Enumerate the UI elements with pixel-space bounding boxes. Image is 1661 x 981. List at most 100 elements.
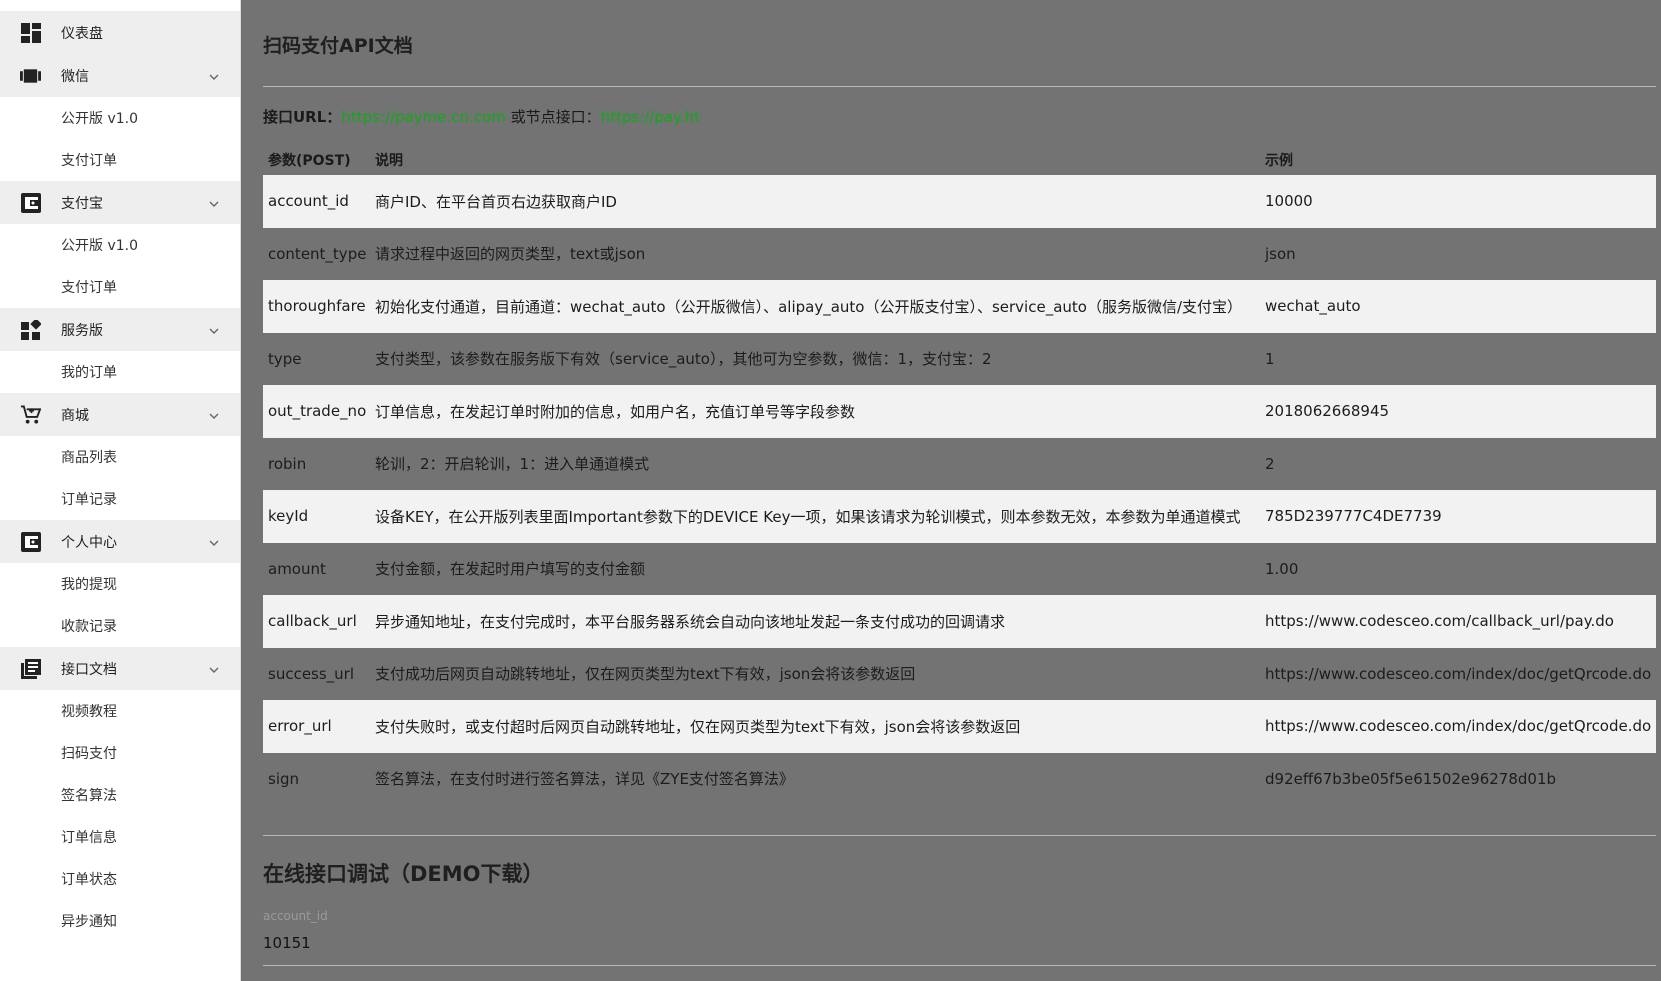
- table-row: thoroughfare 初始化支付通道，目前通道：wechat_auto（公开版…: [263, 280, 1656, 333]
- wallet-icon: [20, 531, 41, 552]
- sidebar-group: 个人中心我的提现 收款记录: [0, 520, 240, 647]
- header-example: 示例: [1265, 153, 1293, 169]
- sidebar-subitem[interactable]: 支付订单: [0, 266, 240, 308]
- param-name-cell: error_url: [263, 700, 370, 753]
- param-example-cell: 785D239777C4DE7739: [1260, 490, 1656, 543]
- param-name-cell: out_trade_no: [263, 385, 370, 438]
- sidebar-group: 服务版我的订单: [0, 308, 240, 393]
- param-description-cell: 请求过程中返回的网页类型，text或json: [375, 245, 646, 264]
- param-example-cell: https://www.codesceo.com/index/doc/getQr…: [1265, 664, 1652, 683]
- param-example-cell: 1.00: [1265, 559, 1299, 578]
- sidebar-item[interactable]: 接口文档: [0, 647, 240, 690]
- param-name-cell: content_type: [268, 244, 367, 263]
- sidebar-group: 接口文档视频教程 扫码支付 签名算法 订单信息 订单状态 异步通知: [0, 647, 240, 942]
- param-description-cell: 订单信息，在发起订单时附加的信息，如用户名，充值订单号等字段参数: [370, 385, 1260, 438]
- chevron-down-icon[interactable]: [208, 534, 220, 546]
- chevron-down-icon[interactable]: [208, 407, 220, 419]
- sidebar-group: 仪表盘: [0, 11, 240, 54]
- sidebar-item-label: 个人中心: [61, 534, 117, 551]
- title-divider: [263, 86, 1656, 87]
- sidebar-subitem[interactable]: 异步通知: [0, 900, 240, 942]
- sidebar-subitem[interactable]: 订单信息: [0, 816, 240, 858]
- param-name-cell: keyId: [263, 490, 370, 543]
- param-example-cell: 2018062668945: [1260, 385, 1656, 438]
- table-row: type 支付类型，该参数在服务版下有效（service_auto），其他可为空参…: [263, 333, 1656, 386]
- sidebar-subitem[interactable]: 我的订单: [0, 351, 240, 393]
- sidebar-item[interactable]: 服务版: [0, 308, 240, 351]
- param-description-cell: 轮训，2：开启轮训，1：进入单通道模式: [375, 455, 650, 474]
- param-example-cell: https://www.codesceo.com/index/doc/getQr…: [1260, 700, 1656, 753]
- api-url-link[interactable]: https://payme.cn.com: [341, 108, 506, 126]
- sidebar-subitem[interactable]: 收款记录: [0, 605, 240, 647]
- sidebar-item[interactable]: 微信: [0, 54, 240, 97]
- param-description-cell: 支付成功后网页自动跳转地址，仅在网页类型为text下有效，json会将该参数返回: [375, 665, 916, 684]
- table-row: success_url 支付成功后网页自动跳转地址，仅在网页类型为text下有效，…: [263, 648, 1656, 701]
- param-example-cell: wechat_auto: [1260, 280, 1656, 333]
- page-title: 扫码支付API文档: [263, 35, 413, 57]
- table-row: error_url 支付失败时，或支付超时后网页自动跳转地址，仅在网页类型为tex…: [263, 700, 1656, 753]
- table-row: robin 轮训，2：开启轮训，1：进入单通道模式 2: [263, 438, 1656, 491]
- sidebar-subitem[interactable]: 扫码支付: [0, 732, 240, 774]
- main-content: 扫码支付API文档 接口URL：https://payme.cn.com 或节点…: [263, 0, 1656, 981]
- wechat-icon: [20, 65, 41, 86]
- sidebar-group: 支付宝公开版 v1.0 支付订单: [0, 181, 240, 308]
- param-name-cell: account_id: [263, 175, 370, 228]
- param-name-cell: callback_url: [263, 595, 370, 648]
- cart-icon: [20, 404, 41, 425]
- params-table: 参数(POST) 说明 示例 account_id 商户ID、在平台首页右边获取商…: [263, 145, 1656, 805]
- sidebar-subitem[interactable]: 订单状态: [0, 858, 240, 900]
- param-example-cell: d92eff67b3be05f5e61502e96278d01b: [1265, 769, 1557, 788]
- sidebar-item-label: 接口文档: [61, 661, 117, 678]
- sidebar-subitem[interactable]: 支付订单: [0, 139, 240, 181]
- sidebar-item-label: 仪表盘: [61, 25, 103, 42]
- widgets-icon: [20, 319, 41, 340]
- table-row: account_id 商户ID、在平台首页右边获取商户ID 10000: [263, 175, 1656, 228]
- param-example-cell: json: [1265, 244, 1296, 263]
- sidebar-subitem[interactable]: 公开版 v1.0: [0, 224, 240, 266]
- table-row: content_type 请求过程中返回的网页类型，text或json json: [263, 228, 1656, 281]
- param-description-cell: 支付金额，在发起时用户填写的支付金额: [375, 560, 646, 579]
- param-name-cell: amount: [268, 559, 326, 578]
- sidebar-subitem[interactable]: 我的提现: [0, 563, 240, 605]
- wallet-icon: [20, 192, 41, 213]
- param-description-cell: 支付类型，该参数在服务版下有效（service_auto），其他可为空参数，微信…: [375, 350, 992, 369]
- header-description: 说明: [375, 153, 403, 169]
- param-example-cell: 10000: [1260, 175, 1656, 228]
- table-row: callback_url 异步通知地址，在支付完成时，本平台服务器系统会自动向该地…: [263, 595, 1656, 648]
- demo-title: 在线接口调试（DEMO下载）: [263, 862, 544, 886]
- sidebar-item[interactable]: 商城: [0, 393, 240, 436]
- param-description-cell: 签名算法，在支付时进行签名算法，详见《ZYE支付签名算法》: [375, 770, 794, 789]
- sidebar-subitem[interactable]: 订单记录: [0, 478, 240, 520]
- account-id-field[interactable]: 10151: [263, 934, 311, 952]
- api-url-line: 接口URL：https://payme.cn.com 或节点接口：https:/…: [263, 106, 700, 127]
- sidebar-item[interactable]: 个人中心: [0, 520, 240, 563]
- param-description-cell: 商户ID、在平台首页右边获取商户ID: [370, 175, 1260, 228]
- param-description-cell: 支付失败时，或支付超时后网页自动跳转地址，仅在网页类型为text下有效，json…: [370, 700, 1260, 753]
- sidebar-group: 商城商品列表 订单记录: [0, 393, 240, 520]
- sidebar-subitem[interactable]: 签名算法: [0, 774, 240, 816]
- sidebar-item-label: 商城: [61, 407, 89, 424]
- chevron-down-icon[interactable]: [208, 661, 220, 673]
- chevron-down-icon[interactable]: [208, 322, 220, 334]
- field-underline: [263, 965, 1656, 966]
- node-url-link[interactable]: https://pay.ht: [601, 108, 700, 126]
- table-row: out_trade_no 订单信息，在发起订单时附加的信息，如用户名，充值订单号等…: [263, 385, 1656, 438]
- table-header-row: 参数(POST) 说明 示例: [263, 145, 1656, 175]
- docs-icon: [20, 658, 41, 679]
- sidebar-item[interactable]: 支付宝: [0, 181, 240, 224]
- sidebar-subitem[interactable]: 视频教程: [0, 690, 240, 732]
- sidebar-subitem[interactable]: 公开版 v1.0: [0, 97, 240, 139]
- api-url-label: 接口URL：: [263, 108, 342, 126]
- param-name-cell: sign: [268, 769, 300, 788]
- table-row: amount 支付金额，在发起时用户填写的支付金额 1.00: [263, 543, 1656, 596]
- param-description-cell: 设备KEY，在公开版列表里面Important参数下的DEVICE Key一项，…: [370, 490, 1260, 543]
- sidebar-item[interactable]: 仪表盘: [0, 11, 240, 54]
- chevron-down-icon[interactable]: [208, 195, 220, 207]
- chevron-down-icon[interactable]: [208, 68, 220, 80]
- sidebar-item-label: 服务版: [61, 322, 103, 339]
- sidebar-item-label: 支付宝: [61, 195, 103, 212]
- header-param: 参数(POST): [268, 153, 351, 169]
- table-row: keyId 设备KEY，在公开版列表里面Important参数下的DEVICE K…: [263, 490, 1656, 543]
- table-body: account_id 商户ID、在平台首页右边获取商户ID 10000 content…: [263, 175, 1656, 805]
- sidebar-subitem[interactable]: 商品列表: [0, 436, 240, 478]
